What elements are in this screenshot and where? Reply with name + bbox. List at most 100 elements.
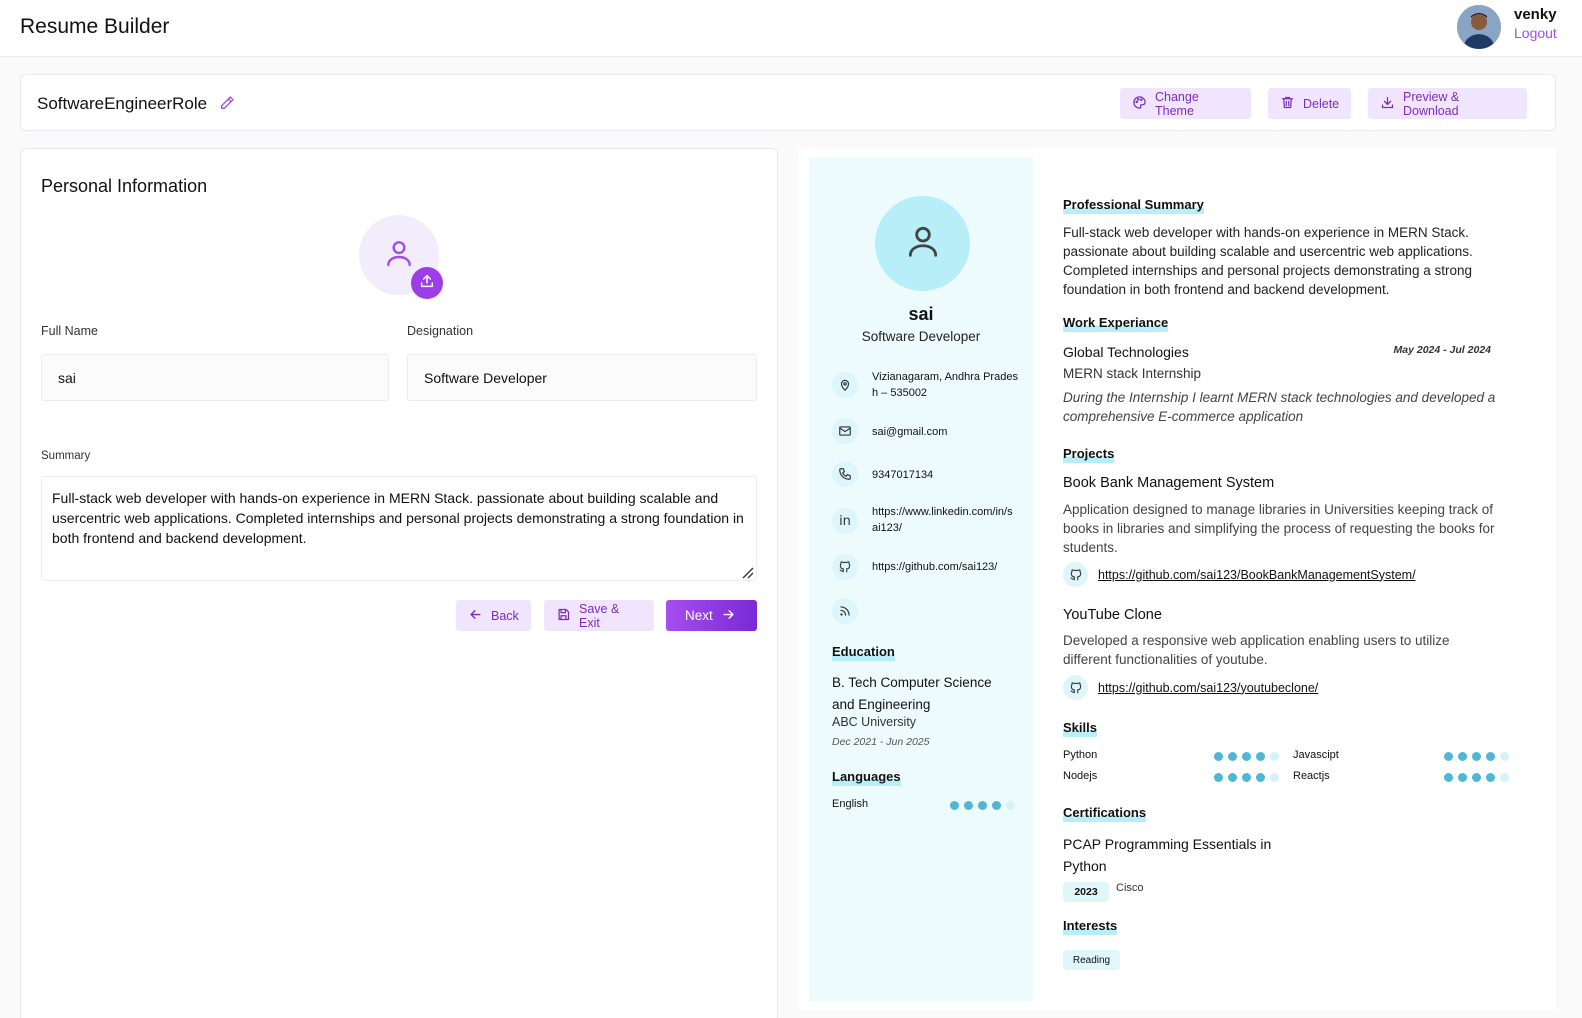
preview-phone: 9347017134 bbox=[872, 469, 934, 481]
interests-heading: Interests bbox=[1063, 918, 1118, 935]
rss-icon bbox=[832, 598, 858, 624]
interest-tag: Reading bbox=[1063, 950, 1120, 970]
work-role: MERN stack Internship bbox=[1063, 366, 1202, 381]
preview-email: sai@gmail.com bbox=[872, 426, 948, 438]
rating-dot bbox=[1458, 752, 1467, 761]
work-heading: Work Experiance bbox=[1063, 315, 1169, 332]
project-description: Developed a responsive web application e… bbox=[1063, 633, 1450, 667]
rating-dot bbox=[1006, 801, 1015, 810]
github-icon bbox=[832, 554, 858, 580]
designation-input[interactable]: Software Developer bbox=[407, 354, 757, 401]
linkedin-icon: in bbox=[832, 508, 858, 534]
language-rating bbox=[950, 801, 1015, 810]
work-company: Global Technologies bbox=[1063, 344, 1189, 360]
edit-icon[interactable] bbox=[219, 95, 235, 111]
rating-dot bbox=[1472, 773, 1481, 782]
next-label: Next bbox=[685, 608, 713, 623]
preview-name: sai bbox=[908, 304, 934, 324]
preview-download-label: Preview & Download bbox=[1403, 89, 1460, 118]
rating-dot bbox=[950, 801, 959, 810]
rating-dot bbox=[1242, 773, 1251, 782]
skill-rating bbox=[1214, 752, 1279, 761]
rating-dot bbox=[1228, 752, 1237, 761]
summary-textarea[interactable]: Full-stack web developer with hands-on e… bbox=[41, 476, 757, 581]
certification-year: 2023 bbox=[1063, 882, 1109, 902]
rating-dot bbox=[964, 801, 973, 810]
download-icon bbox=[1380, 95, 1395, 113]
work-description: During the Internship I learnt MERN stac… bbox=[1063, 390, 1496, 424]
rating-dot bbox=[1500, 752, 1509, 761]
location-icon bbox=[832, 372, 858, 398]
mail-icon bbox=[832, 418, 858, 444]
delete-button[interactable]: Delete bbox=[1268, 88, 1351, 119]
rating-dot bbox=[1242, 752, 1251, 761]
skill-name: Nodejs bbox=[1063, 770, 1098, 782]
rating-dot bbox=[1444, 752, 1453, 761]
skill-rating bbox=[1214, 773, 1279, 782]
back-button[interactable]: Back bbox=[456, 600, 531, 631]
save-exit-button[interactable]: Save & Exit bbox=[544, 600, 654, 631]
skill-name: Javascipt bbox=[1293, 749, 1339, 761]
resize-handle[interactable] bbox=[740, 564, 754, 579]
app-title: Resume Builder bbox=[20, 15, 170, 38]
project-title: Book Bank Management System bbox=[1063, 475, 1275, 491]
change-theme-label: Change Theme bbox=[1155, 89, 1199, 118]
upload-photo-button[interactable] bbox=[411, 267, 443, 299]
back-label: Back bbox=[491, 608, 519, 623]
projects-heading: Projects bbox=[1063, 446, 1115, 463]
preview-linkedin: https://www.linkedin.com/in/sai123/ bbox=[872, 506, 1013, 534]
resume-title-bar: SoftwareEngineerRole Change Theme Delete… bbox=[20, 74, 1556, 131]
summary-label: Summary bbox=[41, 450, 91, 462]
skill-name: Reactjs bbox=[1293, 770, 1330, 782]
user-icon bbox=[904, 222, 942, 265]
work-dates: May 2024 - Jul 2024 bbox=[1393, 344, 1491, 356]
project-description: Application designed to manage libraries… bbox=[1063, 502, 1495, 555]
rating-dot bbox=[1214, 752, 1223, 761]
certification-title: PCAP Programming Essentials in Python bbox=[1063, 836, 1272, 874]
arrow-right-icon bbox=[721, 607, 736, 625]
summary-text: Full-stack web developer with hands-on e… bbox=[52, 490, 744, 546]
trash-icon bbox=[1280, 95, 1295, 113]
skill-rating bbox=[1444, 773, 1509, 782]
skill-name: Python bbox=[1063, 749, 1098, 761]
designation-label: Designation bbox=[407, 324, 474, 338]
project-link[interactable]: https://github.com/sai123/youtubeclone/ bbox=[1098, 681, 1318, 695]
preview-github: https://github.com/sai123/ bbox=[872, 561, 998, 573]
preview-address: Vizianagaram, Andhra Pradesh – 535002 bbox=[872, 371, 1018, 399]
rating-dot bbox=[992, 801, 1001, 810]
preview-sidebar: sai Software Developer Vizianagaram, And… bbox=[809, 158, 1033, 1001]
summary-heading: Professional Summary bbox=[1063, 197, 1204, 214]
full-name-input[interactable]: sai bbox=[41, 354, 389, 401]
rating-dot bbox=[1214, 773, 1223, 782]
languages-heading: Languages bbox=[832, 769, 901, 786]
rating-dot bbox=[1270, 752, 1279, 761]
phone-icon bbox=[832, 461, 858, 487]
user-avatar[interactable] bbox=[1457, 5, 1501, 49]
project-link[interactable]: https://github.com/sai123/BookBankManage… bbox=[1098, 568, 1416, 582]
education-school: ABC University bbox=[832, 715, 917, 729]
rating-dot bbox=[1256, 752, 1265, 761]
preview-summary: Full-stack web developer with hands-on e… bbox=[1063, 225, 1473, 297]
rating-dot bbox=[1256, 773, 1265, 782]
rating-dot bbox=[1444, 773, 1453, 782]
change-theme-button[interactable]: Change Theme bbox=[1120, 88, 1251, 119]
next-button[interactable]: Next bbox=[666, 600, 757, 631]
project-link-row: https://github.com/sai123/youtubeclone/ bbox=[1063, 675, 1318, 700]
preview-download-button[interactable]: Preview & Download bbox=[1368, 88, 1527, 119]
project-title: YouTube Clone bbox=[1063, 607, 1162, 623]
form-heading: Personal Information bbox=[41, 176, 208, 196]
delete-label: Delete bbox=[1303, 96, 1340, 111]
rating-dot bbox=[1472, 752, 1481, 761]
rating-dot bbox=[1270, 773, 1279, 782]
resume-name: SoftwareEngineerRole bbox=[37, 94, 208, 113]
language-name: English bbox=[832, 798, 869, 810]
full-name-label: Full Name bbox=[41, 324, 98, 338]
rating-dot bbox=[1500, 773, 1509, 782]
rating-dot bbox=[1486, 752, 1495, 761]
logout-link[interactable]: Logout bbox=[1514, 25, 1557, 41]
project-link-row: https://github.com/sai123/BookBankManage… bbox=[1063, 562, 1416, 587]
arrow-left-icon bbox=[468, 607, 483, 625]
preview-photo bbox=[875, 196, 970, 291]
certification-issuer: Cisco bbox=[1116, 882, 1144, 894]
top-bar: Resume Builder venky Logout bbox=[0, 0, 1582, 57]
